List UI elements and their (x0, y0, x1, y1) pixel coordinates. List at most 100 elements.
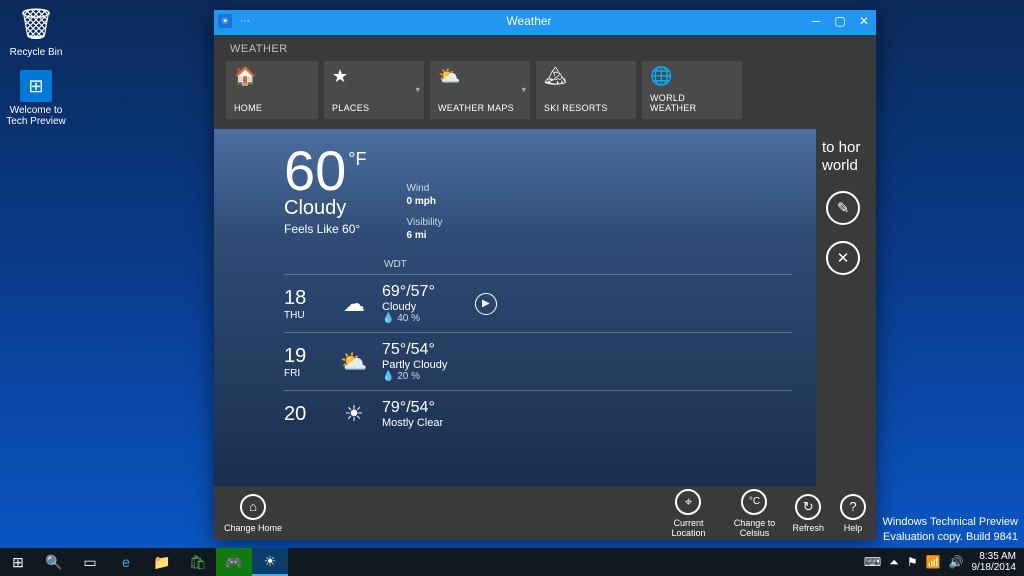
taskbar-clock[interactable]: 8:35 AM 9/18/2014 (972, 551, 1017, 573)
titlebar-more-icon[interactable]: ⋯ (236, 16, 254, 27)
windows-icon: ⊞ (28, 76, 43, 97)
visibility-value: 6 mi (407, 230, 443, 241)
mountain-icon: 🏔 (544, 67, 567, 85)
nav-tile-label: WEATHER MAPS (438, 103, 514, 113)
appbar-label: Refresh (792, 523, 824, 533)
titlebar: ☀ ⋯ Weather ─ ▢ ✕ (214, 10, 876, 32)
dismiss-button[interactable]: ✕ (826, 241, 860, 275)
weather-window: ☀ ⋯ Weather ─ ▢ ✕ WEATHER 🏠 HOME ★ PLACE… (214, 10, 876, 540)
desktop-icon-label: Welcome to Tech Preview (6, 105, 66, 127)
cloud-icon: ☁ (334, 291, 374, 317)
forecast-hilo: 75°/54° (382, 341, 447, 359)
forecast-day: THU (284, 310, 334, 321)
partly-cloudy-icon: ⛅ (334, 349, 374, 375)
nav-tile-label: PLACES (332, 103, 369, 113)
nav-tile-label: WORLD WEATHER (650, 93, 734, 113)
clock-time: 8:35 AM (972, 551, 1017, 562)
help-button[interactable]: ? Help (840, 494, 866, 533)
watermark-line2: Evaluation copy. Build 9841 (882, 530, 1018, 544)
appbar-label: Change to Celsius (726, 518, 782, 538)
main-panel[interactable]: 60 °F Cloudy Feels Like 60° Wind 0 mph V… (214, 129, 816, 486)
recycle-bin-icon: 🗑 (17, 7, 55, 42)
nav-tile-home[interactable]: 🏠 HOME (226, 61, 318, 119)
sun-icon: ☀ (334, 401, 374, 427)
change-to-celsius-button[interactable]: °C Change to Celsius (726, 489, 782, 538)
window-title: Weather (254, 14, 804, 28)
app-bar: ⌂ Change Home ⌖ Current Location °C Chan… (214, 486, 876, 540)
forecast-precip: 💧 40 % (382, 313, 435, 324)
nav-tile-world-weather[interactable]: 🌐 WORLD WEATHER (642, 61, 742, 119)
tray-chevron-up-icon[interactable]: ⏶ (889, 555, 899, 570)
taskbar: ⊞ 🔍 ▭ e 📁 🛍 🎮 ☀ ⌨ ⏶ ⚑ 📶 🔊 8:35 AM 9/18/2… (0, 548, 1024, 576)
desktop-icon-welcome[interactable]: ⊞ Welcome to Tech Preview (6, 70, 66, 127)
clock-date: 9/18/2014 (972, 562, 1017, 573)
forecast-row[interactable]: 18 THU ☁ 69°/57° Cloudy 💧 40 % ▶ (284, 274, 792, 332)
desktop-icon-label: Recycle Bin (6, 47, 66, 58)
chevron-down-icon[interactable]: ▾ (415, 85, 420, 96)
forecast-condition: Cloudy (382, 301, 435, 313)
current-location-button[interactable]: ⌖ Current Location (660, 489, 716, 538)
appbar-label: Change Home (224, 523, 282, 533)
minimize-button[interactable]: ─ (804, 10, 828, 32)
side-panel: to hor world ✎ ✕ (816, 129, 876, 486)
desktop-icon-recycle-bin[interactable]: 🗑 Recycle Bin (6, 4, 66, 58)
question-icon: ? (840, 494, 866, 520)
forecast-condition: Partly Cloudy (382, 359, 447, 371)
appbar-label: Help (844, 523, 863, 533)
celsius-icon: °C (741, 489, 767, 515)
nav-tile-places[interactable]: ★ PLACES ▾ (324, 61, 424, 119)
feels-like: Feels Like 60° (284, 222, 367, 236)
maximize-button[interactable]: ▢ (828, 10, 852, 32)
nav-tile-label: SKI RESORTS (544, 103, 608, 113)
chevron-down-icon[interactable]: ▾ (521, 85, 526, 96)
forecast-date: 19 (284, 345, 334, 368)
side-text-2: world (822, 157, 870, 175)
tray-keyboard-icon[interactable]: ⌨ (864, 555, 881, 569)
watermark: Windows Technical Preview Evaluation cop… (882, 515, 1018, 544)
nav-tile-weather-maps[interactable]: ⛅ WEATHER MAPS ▾ (430, 61, 530, 119)
start-button[interactable]: ⊞ (0, 548, 36, 576)
task-view-button[interactable]: ▭ (72, 548, 108, 576)
nav-tile-label: HOME (234, 103, 262, 113)
tray-network-icon[interactable]: 📶 (926, 555, 941, 569)
current-temp: 60 (284, 143, 346, 199)
tray-flag-icon[interactable]: ⚑ (907, 555, 918, 569)
refresh-icon: ↻ (795, 494, 821, 520)
forecast-hilo: 69°/57° (382, 283, 435, 301)
forecast-day: FRI (284, 368, 334, 379)
nav-section-label: WEATHER (214, 35, 876, 61)
globe-icon: 🌐 (650, 67, 672, 85)
app-icon[interactable]: ☀ (218, 14, 232, 28)
forecast-hilo: 79°/54° (382, 399, 443, 417)
timezone-label: WDT (384, 259, 792, 270)
visibility-label: Visibility (407, 217, 443, 228)
forecast-list: 18 THU ☁ 69°/57° Cloudy 💧 40 % ▶ 19 FRI (284, 274, 792, 437)
forecast-row[interactable]: 20 ☀ 79°/54° Mostly Clear (284, 390, 792, 437)
refresh-button[interactable]: ↻ Refresh (792, 494, 824, 533)
temp-unit: °F (348, 149, 366, 199)
side-text-1: to hor (822, 139, 870, 157)
nav-tile-ski-resorts[interactable]: 🏔 SKI RESORTS (536, 61, 636, 119)
close-button[interactable]: ✕ (852, 10, 876, 32)
tray-volume-icon[interactable]: 🔊 (949, 555, 964, 569)
forecast-precip: 💧 20 % (382, 371, 447, 382)
taskbar-xbox[interactable]: 🎮 (216, 548, 252, 576)
change-home-button[interactable]: ⌂ Change Home (224, 494, 282, 533)
edit-button[interactable]: ✎ (826, 191, 860, 225)
taskbar-weather[interactable]: ☀ (252, 548, 288, 576)
home-pin-icon: ⌂ (240, 494, 266, 520)
forecast-condition: Mostly Clear (382, 417, 443, 429)
search-button[interactable]: 🔍 (36, 548, 72, 576)
wind-label: Wind (407, 183, 443, 194)
current-condition: Cloudy (284, 197, 367, 220)
taskbar-explorer[interactable]: 📁 (144, 548, 180, 576)
home-icon: 🏠 (234, 67, 256, 85)
taskbar-ie[interactable]: e (108, 548, 144, 576)
nav-tiles: 🏠 HOME ★ PLACES ▾ ⛅ WEATHER MAPS ▾ 🏔 SKI… (214, 61, 876, 129)
star-icon: ★ (332, 67, 348, 85)
watermark-line1: Windows Technical Preview (882, 515, 1018, 529)
play-button[interactable]: ▶ (475, 293, 497, 315)
taskbar-store[interactable]: 🛍 (180, 548, 216, 576)
wind-value: 0 mph (407, 196, 443, 207)
forecast-row[interactable]: 19 FRI ⛅ 75°/54° Partly Cloudy 💧 20 % (284, 332, 792, 390)
